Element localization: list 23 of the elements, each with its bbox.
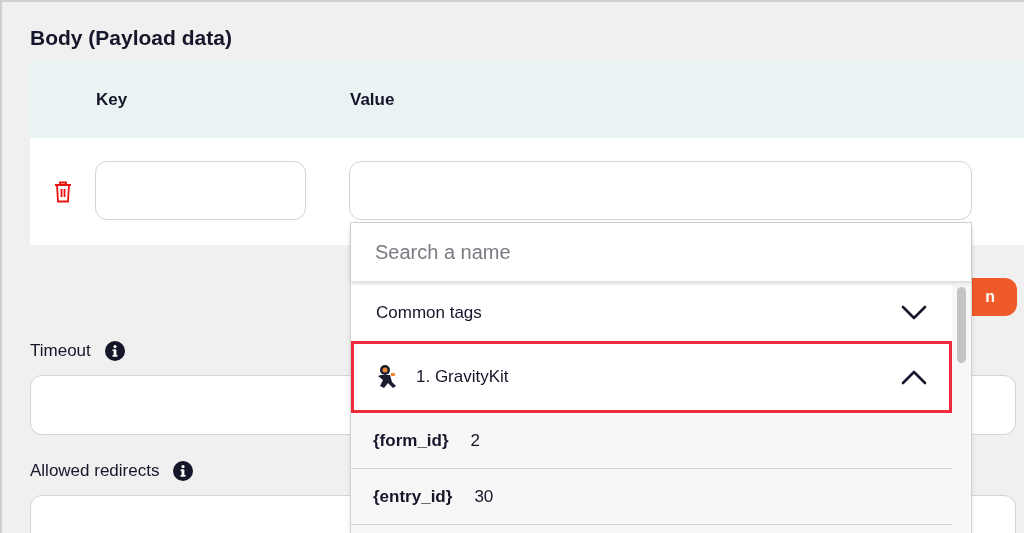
- delete-button[interactable]: [52, 180, 74, 203]
- info-icon: [104, 341, 125, 361]
- tag-name: {form_id}: [373, 429, 449, 452]
- chevron-up-icon: [901, 369, 927, 385]
- tag-name: {entry_id}: [373, 485, 453, 508]
- trash-icon: [54, 180, 72, 203]
- tag-value: 2: [470, 429, 481, 452]
- tag-item[interactable]: {entry_id} 30: [351, 469, 952, 525]
- chevron-down-icon: [901, 305, 927, 321]
- tag-item[interactable]: {form_id} 2: [351, 413, 952, 469]
- search-field[interactable]: Search a name: [351, 223, 971, 281]
- field-label: Timeout: [30, 340, 91, 363]
- key-field[interactable]: [95, 161, 306, 220]
- scrollbar-thumb[interactable]: [957, 287, 966, 363]
- value-field[interactable]: [349, 161, 972, 220]
- section-title: Body (Payload data): [29, 25, 233, 51]
- column-header: Key: [96, 89, 129, 112]
- tag-value: 30: [474, 485, 494, 508]
- column-header: Value: [350, 89, 395, 112]
- group-row[interactable]: Common tags: [351, 285, 952, 341]
- info-icon: [173, 461, 194, 481]
- field-label: Allowed redirects: [30, 460, 160, 483]
- group-row[interactable]: 1. GravityKit: [351, 341, 952, 413]
